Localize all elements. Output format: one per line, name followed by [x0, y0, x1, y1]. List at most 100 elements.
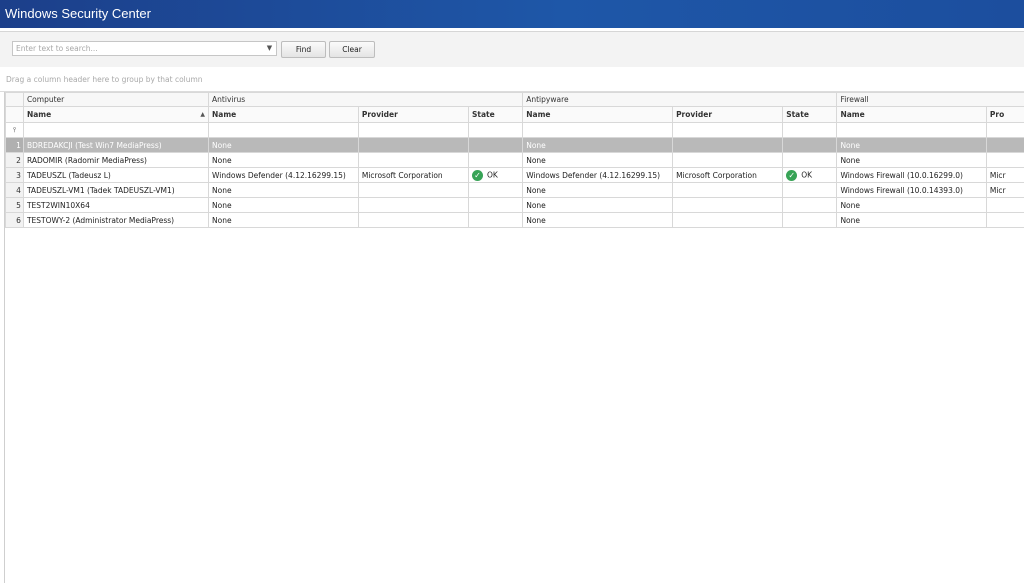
column-computer-name[interactable]: Name ▲: [22, 106, 210, 123]
find-button[interactable]: Find: [281, 41, 326, 58]
filter-cell[interactable]: [467, 122, 524, 138]
filter-row: ⫯: [5, 122, 1024, 138]
cell-antispyware-provider[interactable]: [672, 182, 784, 198]
cell-antivirus-provider[interactable]: [357, 152, 469, 168]
cell-antivirus-name[interactable]: Windows Defender (4.12.16299.15): [208, 167, 359, 183]
group-by-panel[interactable]: Drag a column header here to group by th…: [0, 67, 1024, 92]
column-firewall-name[interactable]: Name: [836, 106, 987, 123]
table-row[interactable]: 6 TESTOWY-2 (Administrator MediaPress) N…: [5, 212, 1024, 228]
band-firewall[interactable]: Firewall: [836, 92, 1024, 107]
cell-computer[interactable]: RADOMIR (Radomir MediaPress): [22, 152, 210, 168]
cell-antispyware-provider[interactable]: [672, 137, 784, 153]
table-row[interactable]: 2 RADOMIR (Radomir MediaPress) None None…: [5, 152, 1024, 168]
cell-antivirus-name[interactable]: None: [208, 182, 359, 198]
column-antispyware-name[interactable]: Name: [522, 106, 674, 123]
cell-antispyware-name[interactable]: None: [522, 137, 674, 153]
search-input[interactable]: [13, 42, 268, 55]
table-row[interactable]: 4 TADEUSZL-VM1 (Tadek TADEUSZL-VM1) None…: [5, 182, 1024, 198]
cell-antispyware-name[interactable]: None: [522, 212, 674, 228]
cell-antispyware-state[interactable]: [782, 137, 838, 153]
table-row[interactable]: 5 TEST2WIN10X64 None None None: [5, 197, 1024, 213]
cell-firewall-name[interactable]: None: [836, 137, 987, 153]
table-row[interactable]: 1 BDREDAKCJI (Test Win7 MediaPress) None…: [5, 137, 1024, 153]
row-number: 3: [5, 167, 24, 183]
cell-computer[interactable]: BDREDAKCJI (Test Win7 MediaPress): [22, 137, 210, 153]
filter-cell[interactable]: [522, 122, 674, 138]
cell-antispyware-state[interactable]: ✓ OK: [782, 167, 838, 183]
column-antispyware-state[interactable]: State: [782, 106, 838, 123]
cell-firewall-name[interactable]: None: [836, 152, 987, 168]
column-antivirus-name[interactable]: Name: [208, 106, 359, 123]
cell-computer[interactable]: TADEUSZL-VM1 (Tadek TADEUSZL-VM1): [22, 182, 210, 198]
cell-antivirus-provider[interactable]: [357, 137, 469, 153]
cell-antivirus-state[interactable]: [467, 137, 524, 153]
cell-firewall-name[interactable]: Windows Firewall (10.0.14393.0): [836, 182, 987, 198]
filter-cell[interactable]: [22, 122, 210, 138]
column-firewall-provider[interactable]: Pro: [985, 106, 1024, 123]
cell-firewall-name[interactable]: None: [836, 212, 987, 228]
cell-antivirus-state[interactable]: [467, 197, 524, 213]
cell-firewall-provider[interactable]: Micr: [985, 182, 1024, 198]
column-antispyware-provider[interactable]: Provider: [672, 106, 784, 123]
search-toolbar: ▼ Find Clear: [0, 31, 1024, 68]
check-circle-icon: ✓: [471, 169, 483, 181]
cell-antispyware-provider[interactable]: [672, 212, 784, 228]
cell-firewall-provider[interactable]: [985, 152, 1024, 168]
group-by-hint: Drag a column header here to group by th…: [6, 75, 203, 84]
cell-antispyware-name[interactable]: None: [522, 182, 674, 198]
cell-antivirus-name[interactable]: None: [208, 197, 359, 213]
cell-firewall-provider[interactable]: [985, 137, 1024, 153]
filter-cell[interactable]: [208, 122, 359, 138]
cell-firewall-name[interactable]: None: [836, 197, 987, 213]
cell-computer[interactable]: TADEUSZL (Tadeusz L): [22, 167, 210, 183]
cell-firewall-provider[interactable]: [985, 197, 1024, 213]
cell-antivirus-name[interactable]: None: [208, 152, 359, 168]
column-header-row: Name ▲ Name Provider State Name Provider …: [5, 106, 1024, 123]
window-title: Windows Security Center: [5, 6, 151, 21]
cell-antispyware-provider[interactable]: [672, 152, 784, 168]
column-antivirus-state[interactable]: State: [467, 106, 524, 123]
row-number: 1: [5, 137, 24, 153]
filter-cell[interactable]: [782, 122, 838, 138]
cell-antispyware-state[interactable]: [782, 212, 838, 228]
cell-firewall-name[interactable]: Windows Firewall (10.0.16299.0): [836, 167, 987, 183]
cell-computer[interactable]: TEST2WIN10X64: [22, 197, 210, 213]
cell-firewall-provider[interactable]: [985, 212, 1024, 228]
search-box[interactable]: ▼: [12, 41, 277, 56]
chevron-down-icon[interactable]: ▼: [265, 42, 274, 55]
band-antivirus[interactable]: Antivirus: [208, 92, 524, 107]
filter-cell[interactable]: [985, 122, 1024, 138]
row-number: 2: [5, 152, 24, 168]
cell-antivirus-state[interactable]: [467, 182, 524, 198]
filter-cell[interactable]: [672, 122, 784, 138]
table-row[interactable]: 3 TADEUSZL (Tadeusz L) Windows Defender …: [5, 167, 1024, 183]
cell-antivirus-provider[interactable]: [357, 182, 469, 198]
cell-antispyware-name[interactable]: None: [522, 197, 674, 213]
cell-firewall-provider[interactable]: Micr: [985, 167, 1024, 183]
cell-antivirus-state[interactable]: ✓ OK: [467, 167, 524, 183]
band-computer[interactable]: Computer: [22, 92, 210, 107]
check-circle-icon: ✓: [786, 169, 798, 181]
cell-antivirus-provider[interactable]: Microsoft Corporation: [357, 167, 469, 183]
cell-antispyware-name[interactable]: Windows Defender (4.12.16299.15): [522, 167, 674, 183]
cell-computer[interactable]: TESTOWY-2 (Administrator MediaPress): [22, 212, 210, 228]
cell-antispyware-state[interactable]: [782, 182, 838, 198]
filter-pin-icon: ⫯: [5, 122, 24, 138]
cell-antispyware-name[interactable]: None: [522, 152, 674, 168]
security-grid: Computer Antivirus Antipyware Firewall N…: [4, 92, 1024, 583]
cell-antivirus-name[interactable]: None: [208, 137, 359, 153]
cell-antivirus-provider[interactable]: [357, 197, 469, 213]
cell-antivirus-state[interactable]: [467, 212, 524, 228]
filter-cell[interactable]: [357, 122, 469, 138]
cell-antispyware-provider[interactable]: Microsoft Corporation: [672, 167, 784, 183]
clear-button[interactable]: Clear: [329, 41, 375, 58]
cell-antispyware-state[interactable]: [782, 152, 838, 168]
band-antispyware[interactable]: Antipyware: [522, 92, 838, 107]
filter-cell[interactable]: [836, 122, 987, 138]
cell-antispyware-state[interactable]: [782, 197, 838, 213]
cell-antivirus-state[interactable]: [467, 152, 524, 168]
cell-antivirus-name[interactable]: None: [208, 212, 359, 228]
cell-antivirus-provider[interactable]: [357, 212, 469, 228]
column-antivirus-provider[interactable]: Provider: [357, 106, 469, 123]
cell-antispyware-provider[interactable]: [672, 197, 784, 213]
